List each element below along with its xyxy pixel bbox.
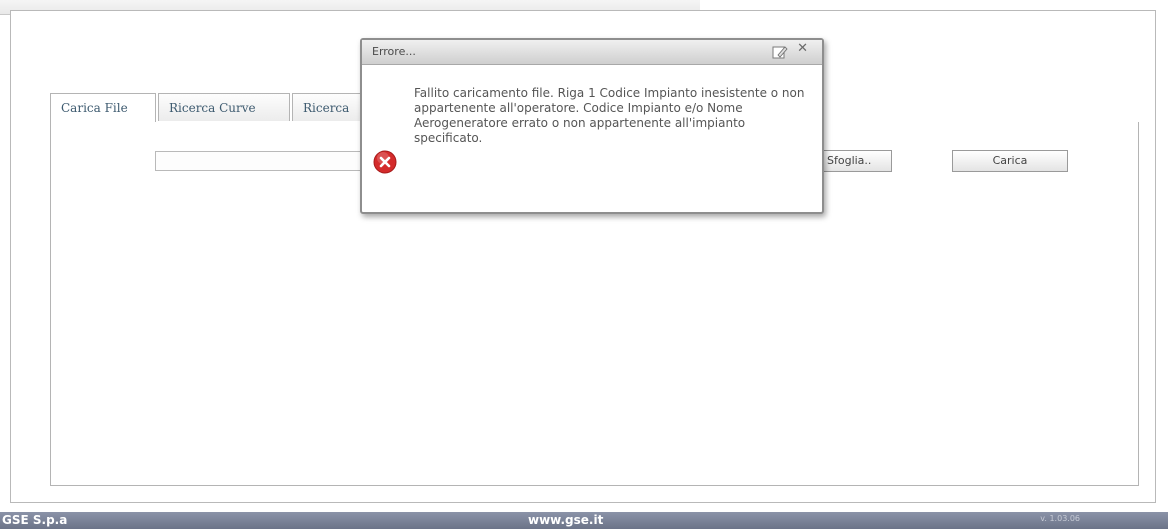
footer-bar: GSE S.p.a www.gse.it v. 1.03.06 [0,512,1168,529]
edit-icon[interactable] [772,44,788,60]
tab-ricerca-curve[interactable]: Ricerca Curve [158,93,290,121]
footer-website-link[interactable]: www.gse.it [528,513,603,527]
browse-button[interactable]: Sfoglia.. [822,150,892,172]
dialog-message: Fallito caricamento file. Riga 1 Codice … [414,86,805,145]
error-icon [373,150,397,174]
dialog-title: Errore... [372,45,416,58]
footer-version: v. 1.03.06 [1040,514,1080,523]
load-button[interactable]: Carica [952,150,1068,172]
tab-carica-file[interactable]: Carica File [50,93,156,123]
close-icon[interactable]: ✕ [797,41,808,57]
footer-company: GSE S.p.a [2,513,68,527]
dialog-titlebar[interactable]: Errore... ✕ [362,40,822,65]
error-dialog: Errore... ✕ Fallito caricamento file. Ri… [360,38,824,214]
